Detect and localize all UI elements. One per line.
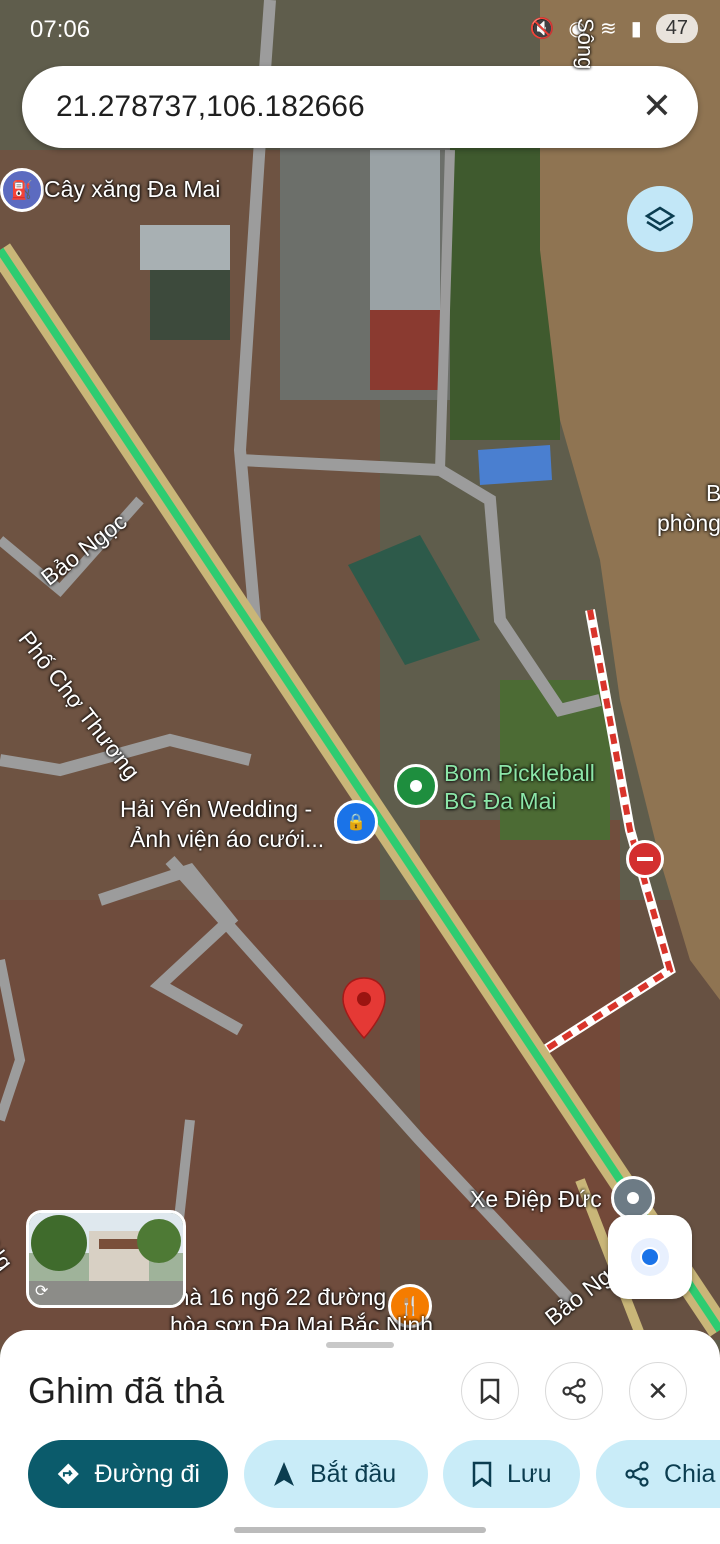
street-view-thumbnail[interactable]: ⟳	[26, 1210, 186, 1308]
start-label: Bắt đầu	[310, 1459, 397, 1488]
share-icon-button[interactable]	[545, 1362, 603, 1420]
directions-icon	[57, 1463, 79, 1485]
layers-icon	[644, 206, 676, 232]
sheet-title: Ghim đã thả	[28, 1370, 225, 1411]
battery-indicator: 47	[655, 14, 698, 43]
poi-pickleball-line2[interactable]: BG Đa Mai	[444, 788, 556, 815]
shopping-pin-icon[interactable]: 🔒	[334, 800, 378, 844]
start-button[interactable]: Bắt đầu	[244, 1440, 428, 1508]
my-location-button[interactable]	[608, 1215, 692, 1299]
wifi-icon: ≋	[599, 18, 617, 40]
rotate-360-icon: ⟳	[35, 1283, 49, 1300]
street-view-image	[29, 1213, 183, 1305]
transit-pin-icon[interactable]	[611, 1176, 655, 1220]
save-chip-button[interactable]: Lưu	[443, 1440, 580, 1508]
sheet-drag-handle[interactable]	[326, 1342, 394, 1348]
layers-button[interactable]	[627, 186, 693, 252]
bookmark-outline-icon	[472, 1461, 492, 1487]
no-entry-icon	[626, 840, 664, 878]
poi-restaurant-line1[interactable]: Nhà 16 ngõ 22 đường	[160, 1284, 386, 1311]
poi-pickleball-line1[interactable]: Bom Pickleball	[444, 760, 595, 787]
navigation-arrow-icon	[274, 1462, 294, 1486]
search-bar[interactable]: 21.278737,106.182666 ✕	[22, 66, 698, 148]
share-icon	[562, 1378, 586, 1404]
signal-icon: ▮	[630, 18, 642, 40]
share-chip-icon	[625, 1461, 649, 1487]
clear-search-icon[interactable]: ✕	[642, 86, 672, 126]
mute-icon: 🔇	[529, 18, 555, 40]
poi-xe-diep-duc[interactable]: Xe Điệp Đức	[470, 1186, 602, 1213]
gesture-nav-bar[interactable]	[234, 1527, 486, 1533]
dropped-pin-icon[interactable]	[340, 976, 388, 1042]
status-bar: 07:06 🔇 ◉ ≋ ▮ 47	[0, 0, 720, 62]
gas-station-label[interactable]: Cây xăng Đa Mai	[44, 176, 220, 203]
my-location-icon	[631, 1238, 669, 1276]
poi-wedding-line2[interactable]: Ảnh viện áo cưới...	[130, 826, 324, 853]
search-query[interactable]: 21.278737,106.182666	[56, 90, 365, 124]
river-label: Sông	[573, 18, 598, 70]
share-chip-button[interactable]: Chia	[596, 1440, 720, 1508]
status-time: 07:06	[30, 16, 91, 43]
close-icon: ✕	[647, 1375, 669, 1406]
save-icon-button[interactable]	[461, 1362, 519, 1420]
close-sheet-button[interactable]: ✕	[629, 1362, 687, 1420]
bookmark-icon	[480, 1378, 500, 1404]
gas-station-icon[interactable]: ⛽	[0, 168, 44, 212]
share-label: Chia	[664, 1459, 716, 1488]
save-label: Lưu	[507, 1459, 552, 1488]
poi-wedding-line1[interactable]: Hải Yến Wedding -	[120, 796, 312, 823]
directions-label: Đường đi	[94, 1459, 200, 1488]
directions-button[interactable]: Đường đi	[28, 1440, 228, 1508]
map-label-b: B	[706, 480, 720, 506]
map-label-phong: phòng	[657, 510, 720, 536]
place-pin-icon[interactable]	[394, 764, 438, 808]
status-icons: 🔇 ◉ ≋ ▮ 47	[530, 14, 698, 43]
bottom-sheet: Ghim đã thả ✕ Đường đi Bắt đầu Lưu Chia	[0, 1330, 720, 1544]
